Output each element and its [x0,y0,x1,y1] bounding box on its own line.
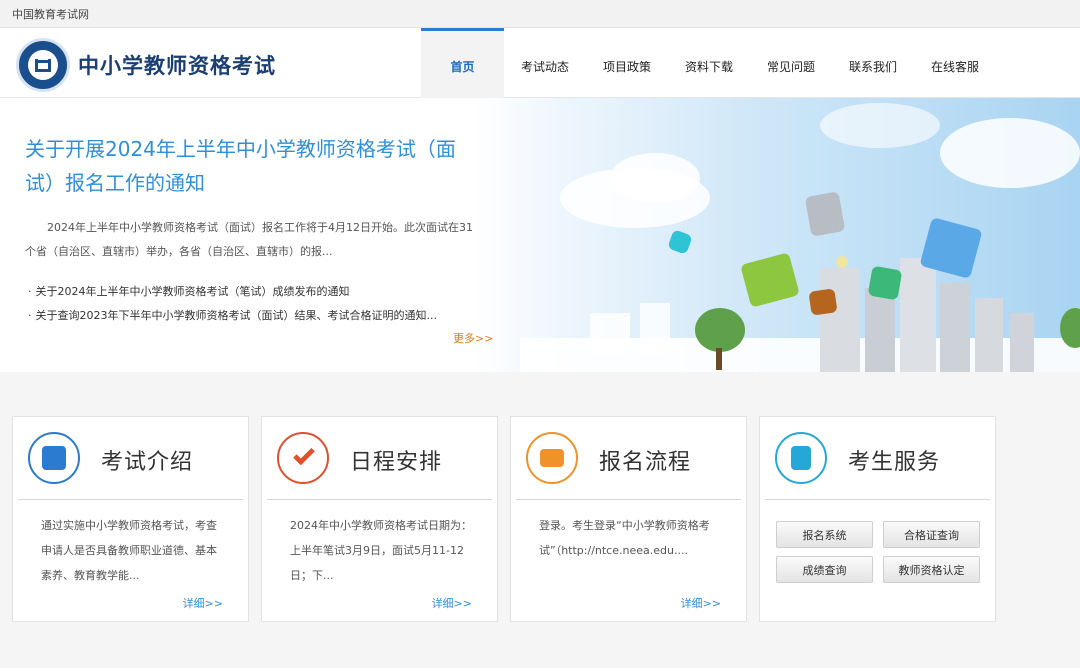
teal-cube-icon [867,265,903,301]
more-link[interactable]: 更多>> [453,330,493,346]
card-registration: 报名流程 登录。考生登录“中小学教师资格考试”（http://ntce.neea… [510,416,747,622]
building-shape [940,283,970,372]
brand-title[interactable]: 中小学教师资格考试 [78,50,276,80]
detail-link[interactable]: 详细>> [183,595,223,611]
building-shape [975,298,1003,372]
card-description: 通过实施中小学教师资格考试，考查申请人是否具备教师职业道德、基本素养、教育教学能… [41,519,217,582]
certificate-query-button[interactable]: 合格证查询 [883,521,980,548]
check-glyph [293,443,315,466]
tree-icon [695,308,745,352]
registration-system-button[interactable]: 报名系统 [776,521,873,548]
card-description: 登录。考生登录“中小学教师资格考试”（http://ntce.neea.edu.… [539,519,710,557]
nav-policy[interactable]: 项目政策 [586,28,668,98]
card-title: 考生服务 [848,450,941,475]
gray-cube-icon [804,191,846,237]
detail-link[interactable]: 详细>> [432,595,472,611]
form-glyph [540,449,564,467]
qualification-certification-button[interactable]: 教师资格认定 [883,556,980,583]
building-shape [900,258,936,372]
checkmark-icon [277,432,329,484]
tree-trunk [716,348,722,370]
address-book-icon [775,432,827,484]
headline-link[interactable]: 关于开展2024年上半年中小学教师资格考试（面试）报名工作的通知 [25,132,475,200]
news-item-text[interactable]: 关于2024年上半年中小学教师资格考试（笔试）成绩发布的通知 [36,285,350,298]
building-shape [640,303,670,353]
card-title: 考试介绍 [101,450,194,475]
book-glyph [791,446,811,470]
card-schedule: 日程安排 2024年中小学教师资格考试日期为：上半年笔试3月9日，面试5月11-… [261,416,498,622]
logo-book-icon [35,59,51,72]
card-title: 报名流程 [599,450,692,475]
card-candidate-services: 考生服务 报名系统 合格证查询 成绩查询 教师资格认定 [759,416,996,622]
document-edit-icon [28,432,80,484]
divider [516,499,741,500]
main-nav: 首页 考试动态 项目政策 资料下载 常见问题 联系我们 在线客服 [421,28,996,98]
cloud-shape [610,153,700,203]
nav-exam-news[interactable]: 考试动态 [504,28,586,98]
cloud-shape [820,103,940,148]
nav-home[interactable]: 首页 [421,28,504,98]
score-query-button[interactable]: 成绩查询 [776,556,873,583]
building-shape [590,313,630,353]
news-list: · 关于2024年上半年中小学教师资格考试（笔试）成绩发布的通知 · 关于查询202… [28,280,478,328]
nav-downloads[interactable]: 资料下载 [668,28,750,98]
nav-online-service[interactable]: 在线客服 [914,28,996,98]
headline-summary: 2024年上半年中小学教师资格考试（面试）报名工作将于4月12日开始。此次面试在… [25,221,473,258]
bullet-icon: · [28,309,32,322]
brown-cube-icon [808,288,838,316]
news-item[interactable]: · 关于查询2023年下半年中小学教师资格考试（面试）结果、考试合格证明的通知..… [28,304,478,328]
top-strip: 中国教育考试网 [0,0,1080,28]
nav-contact[interactable]: 联系我们 [832,28,914,98]
news-item[interactable]: · 关于2024年上半年中小学教师资格考试（笔试）成绩发布的通知 [28,280,478,304]
site-name[interactable]: 中国教育考试网 [12,6,89,22]
detail-link[interactable]: 详细>> [681,595,721,611]
building-shape [865,288,895,372]
document-glyph [42,446,66,470]
divider [267,499,492,500]
card-description: 2024年中小学教师资格考试日期为：上半年笔试3月9日，面试5月11-12日；下… [290,519,472,582]
nav-faq[interactable]: 常见问题 [750,28,832,98]
small-cube-icon [667,229,693,255]
card-title: 日程安排 [350,450,443,475]
green-cube-icon [740,252,800,308]
bullet-icon: · [28,285,32,298]
card-exam-intro: 考试介绍 通过实施中小学教师资格考试，考查申请人是否具备教师职业道德、基本素养、… [12,416,249,622]
hero-banner: 关于开展2024年上半年中小学教师资格考试（面试）报名工作的通知 2024年上半… [0,98,1080,372]
divider [765,499,990,500]
logo-emblem-icon[interactable] [16,38,70,92]
building-shape [1010,313,1034,372]
divider [18,499,243,500]
registration-form-icon [526,432,578,484]
building-shape [820,268,860,372]
header: 中小学教师资格考试 首页 考试动态 项目政策 资料下载 常见问题 联系我们 在线… [0,28,1080,98]
cloud-shape [940,118,1080,188]
news-item-text[interactable]: 关于查询2023年下半年中小学教师资格考试（面试）结果、考试合格证明的通知... [36,309,437,322]
tiny-cube-icon [836,256,848,268]
